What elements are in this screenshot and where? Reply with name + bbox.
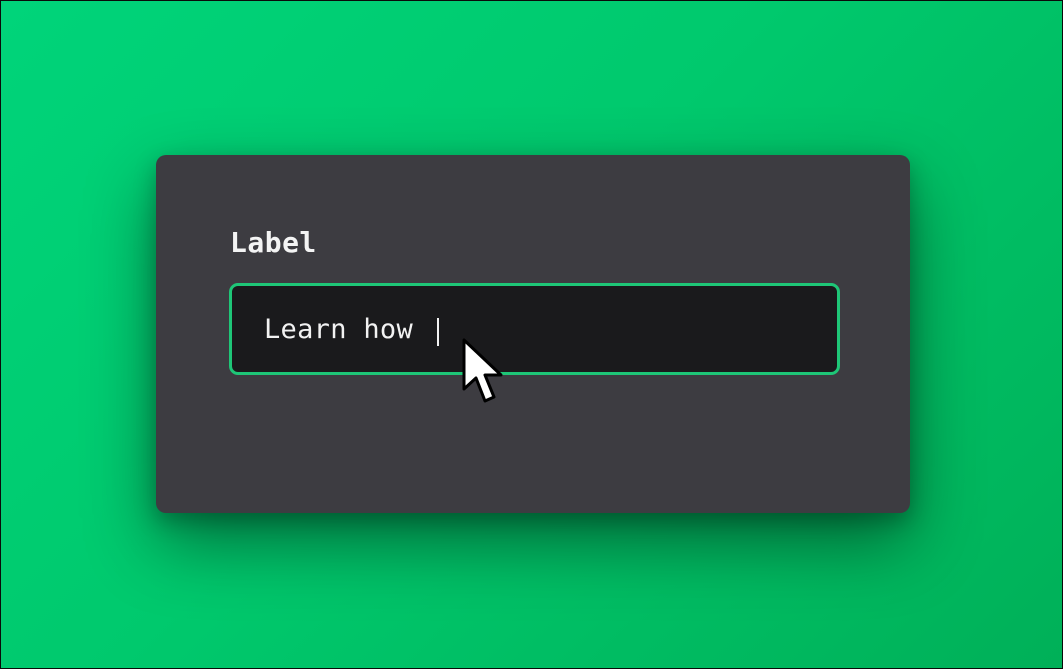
text-input[interactable] [232,286,837,372]
text-input-container[interactable] [229,283,840,375]
text-caret [437,318,439,346]
form-card: Label [156,155,910,513]
field-label: Label [230,226,317,259]
